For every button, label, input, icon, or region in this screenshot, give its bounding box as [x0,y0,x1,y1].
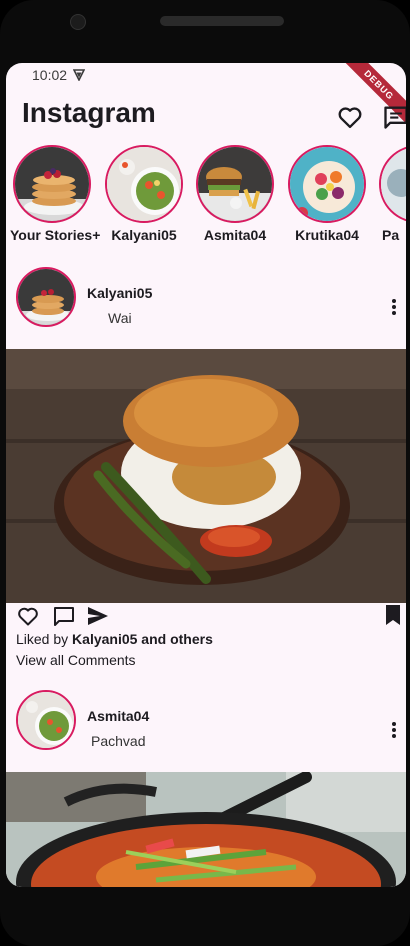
phone-frame: 10:02 DEBUG Instagram Your Stories+ Kaly… [0,0,410,946]
story-partial[interactable]: Pa [376,145,406,243]
pancakes-avatar-photo [18,269,74,325]
earpiece-speaker [160,16,284,26]
vada-pav-photo [6,349,406,603]
post-location: Wai [108,310,132,326]
post-username[interactable]: Asmita04 [87,708,149,724]
messages-icon[interactable] [382,103,406,131]
post-avatar[interactable] [16,267,76,327]
salad-photo [107,147,181,221]
story-your-stories[interactable]: Your Stories+ [10,145,101,243]
story-avatar [196,145,274,223]
salad-avatar-photo [18,692,74,748]
status-time: 10:02 [32,67,68,83]
post-avatar[interactable] [16,690,76,750]
post-image[interactable] [6,772,406,887]
story-krutika04[interactable]: Krutika04 [285,145,369,243]
story-kalyani05[interactable]: Kalyani05 [102,145,186,243]
more-options-icon[interactable] [390,297,398,317]
story-label: Pa [382,227,400,243]
post-header: Asmita04 Pachvad [6,686,406,756]
liked-by-text: Liked by Kalyani05 and others [16,631,213,647]
liked-by-prefix: Liked by [16,631,73,647]
status-bar: 10:02 [6,63,406,87]
story-avatar [105,145,183,223]
story-avatar [288,145,366,223]
vpn-icon [73,69,85,81]
story-avatar [379,145,406,223]
app-screen: 10:02 DEBUG Instagram Your Stories+ Kaly… [6,63,406,887]
story-label: Krutika04 [295,227,359,243]
story-asmita04[interactable]: Asmita04 [193,145,277,243]
story-avatar [13,145,91,223]
heart-icon[interactable] [336,103,364,131]
story-label: Asmita04 [203,227,267,243]
liked-by-user[interactable]: Kalyani05 and others [72,631,213,647]
story-label: Your Stories+ [10,227,101,243]
post-username[interactable]: Kalyani05 [87,285,152,301]
more-options-icon[interactable] [390,720,398,740]
front-camera [70,14,86,30]
post-actions [6,604,406,632]
share-icon[interactable] [86,604,110,628]
post-image[interactable] [6,349,406,603]
post-header: Kalyani05 Wai [6,263,406,333]
stories-row: Your Stories+ Kalyani05 Asmita04 Krutika… [6,145,406,245]
app-title: Instagram [22,97,156,128]
like-icon[interactable] [16,604,40,628]
fruit-bowl-photo [290,147,364,221]
misal-pav-photo [6,772,406,887]
story-label: Kalyani05 [111,227,177,243]
bookmark-icon[interactable] [384,604,402,626]
food-photo [381,147,406,221]
post-location: Pachvad [91,733,146,749]
burger-photo [198,147,272,221]
app-bar: Instagram [6,87,406,143]
pancakes-photo [15,147,89,221]
view-all-comments-link[interactable]: View all Comments [16,652,136,668]
comment-icon[interactable] [52,604,76,628]
